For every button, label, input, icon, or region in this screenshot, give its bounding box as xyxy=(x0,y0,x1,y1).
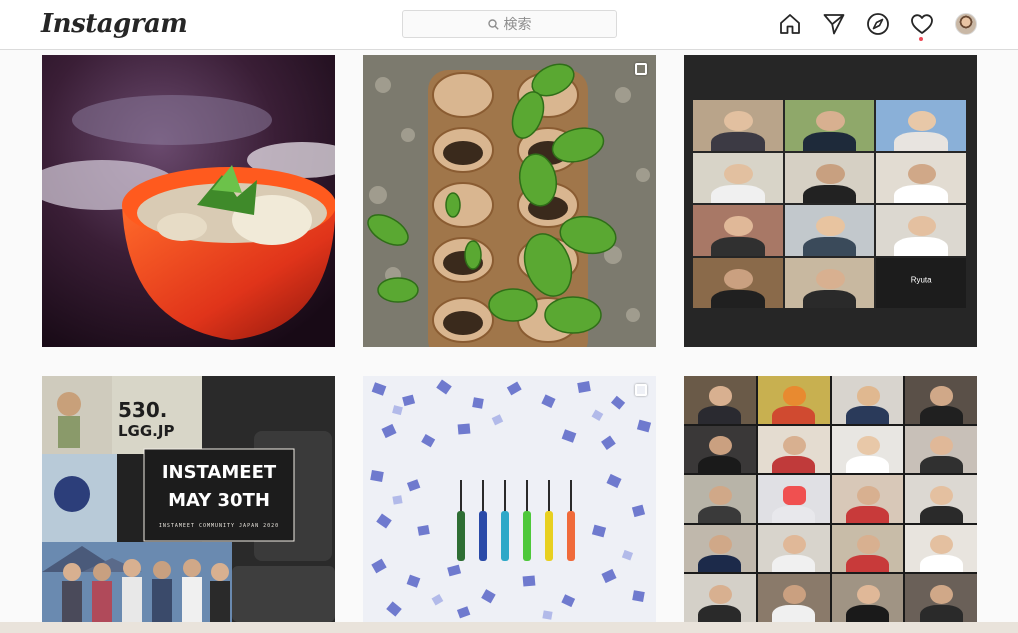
video-tile xyxy=(684,475,756,523)
video-tile xyxy=(784,257,875,308)
search-input[interactable]: 検索 xyxy=(402,10,617,38)
video-tile xyxy=(693,205,783,256)
poster-badge-url: LGG.JP xyxy=(118,422,175,440)
top-navigation-bar: Instagram 検索 xyxy=(0,0,1018,50)
video-tile xyxy=(684,376,756,424)
soup-bowl-image xyxy=(42,55,335,347)
video-tile xyxy=(757,376,830,424)
video-tile xyxy=(784,152,875,203)
screwdrivers-image xyxy=(363,376,656,622)
video-tile xyxy=(905,574,977,622)
post-thumbnail-seedlings[interactable] xyxy=(363,55,656,347)
poster-date: MAY 30TH xyxy=(168,490,270,511)
video-tile xyxy=(876,152,966,203)
activity-heart-icon[interactable] xyxy=(910,12,934,36)
post-thumbnail-soup-bowl[interactable] xyxy=(42,55,335,347)
post-thumbnail-instameet-poster[interactable]: 530. LGG.JP INSTAMEET MAY 30TH INSTAMEET… xyxy=(42,376,335,622)
poster-title: INSTAMEET xyxy=(161,462,277,483)
video-tile xyxy=(693,257,783,308)
video-tile xyxy=(757,475,830,523)
post-thumbnail-video-call[interactable]: Ryuta xyxy=(684,55,977,347)
video-tile xyxy=(684,524,756,573)
video-tile xyxy=(757,574,830,622)
participant-name: Ryuta xyxy=(910,275,932,285)
post-thumbnail-video-call-2[interactable] xyxy=(684,376,977,622)
video-tile xyxy=(831,475,904,523)
video-call-tiles xyxy=(684,376,977,622)
multiple-images-icon xyxy=(635,384,647,396)
home-icon[interactable] xyxy=(778,12,802,36)
video-tile xyxy=(693,152,783,203)
post-thumbnail-screwdrivers[interactable] xyxy=(363,376,656,622)
video-tile xyxy=(905,475,977,523)
search-icon xyxy=(487,18,499,30)
video-tile xyxy=(684,574,756,622)
video-tile xyxy=(757,425,830,474)
video-tile xyxy=(905,376,977,424)
video-tile xyxy=(831,524,904,573)
profile-avatar[interactable] xyxy=(955,13,977,35)
poster-subtitle: INSTAMEET COMMUNITY JAPAN 2020 xyxy=(158,523,280,529)
seedlings-image xyxy=(363,55,656,347)
video-tile xyxy=(876,205,966,256)
instagram-logo[interactable]: Instagram xyxy=(41,9,188,39)
video-tile xyxy=(831,376,904,424)
video-tile xyxy=(905,524,977,573)
notification-dot xyxy=(919,37,923,41)
video-tile xyxy=(831,574,904,622)
taskbar-strip xyxy=(0,622,1018,633)
direct-message-icon[interactable] xyxy=(822,12,846,36)
video-tile xyxy=(784,100,875,151)
poster-badge-number: 530. xyxy=(118,398,168,422)
video-tile xyxy=(905,425,977,474)
video-tile xyxy=(693,100,783,151)
video-call-tiles: Ryuta xyxy=(693,100,966,308)
video-tile xyxy=(876,100,966,151)
video-tile xyxy=(784,205,875,256)
explore-icon[interactable] xyxy=(866,12,890,36)
search-placeholder: 検索 xyxy=(503,16,532,32)
video-tile xyxy=(684,425,756,474)
multiple-images-icon xyxy=(635,63,647,75)
video-tile: Ryuta xyxy=(876,257,966,308)
video-tile xyxy=(757,524,830,573)
video-tile xyxy=(831,425,904,474)
